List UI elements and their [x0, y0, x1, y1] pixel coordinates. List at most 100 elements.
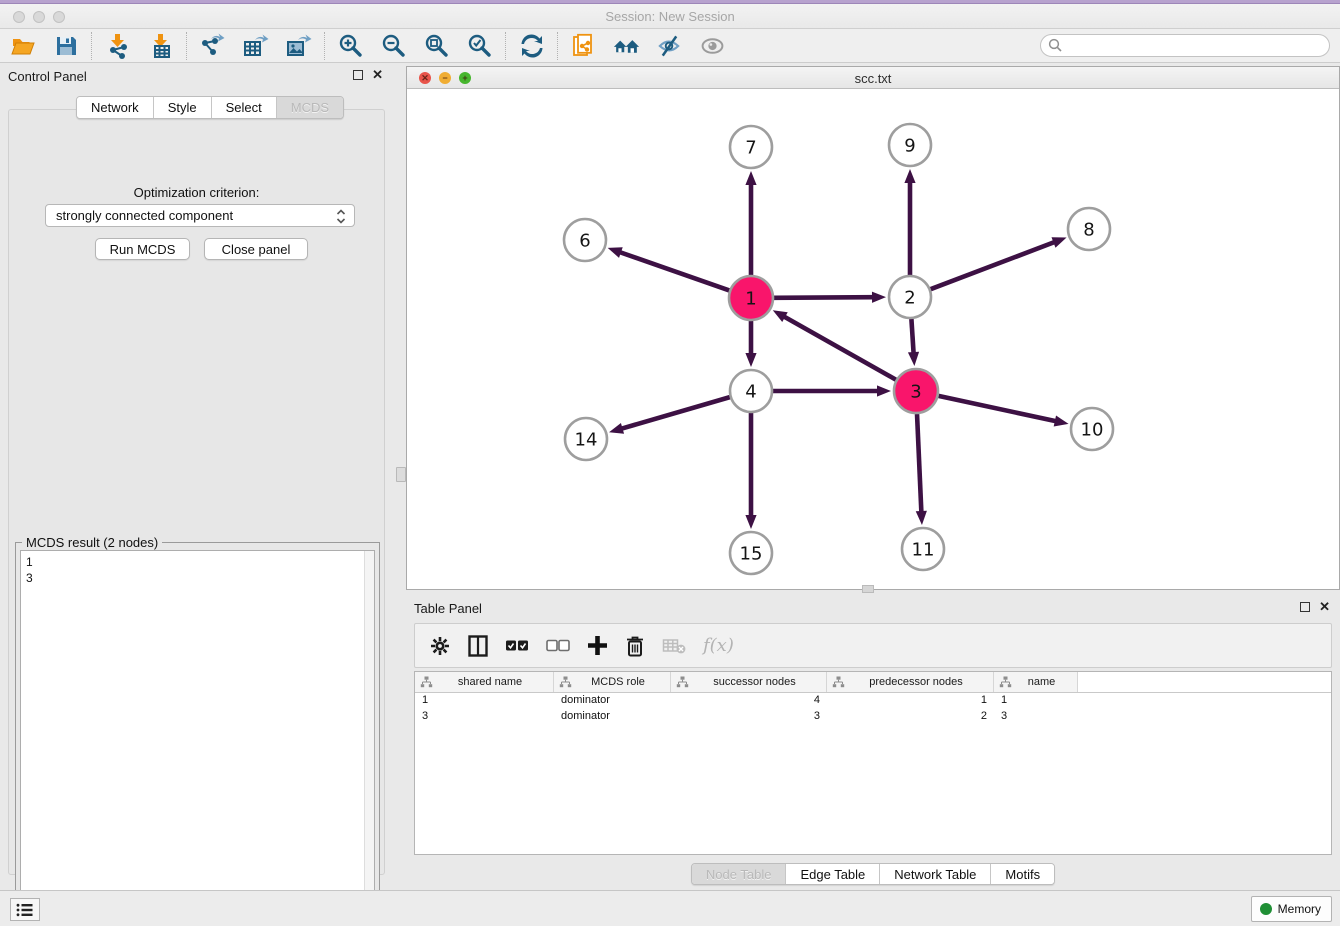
toggle-graphics-details-icon[interactable] — [656, 32, 683, 59]
zoom-out-icon[interactable] — [380, 32, 407, 59]
graph-node-15[interactable]: 15 — [730, 532, 772, 574]
toolbar-separator — [324, 32, 325, 60]
horizontal-splitter-handle[interactable] — [862, 585, 874, 593]
save-session-icon[interactable] — [52, 32, 79, 59]
network-window-titlebar[interactable]: ✕ − + scc.txt — [407, 67, 1339, 89]
edge-1-2[interactable] — [774, 297, 874, 298]
graph-node-1[interactable]: 1 — [729, 276, 773, 320]
column-header-name[interactable]: name — [994, 672, 1078, 692]
tab-mcds[interactable]: MCDS — [277, 97, 343, 118]
delete-column-trash-icon[interactable] — [625, 635, 645, 657]
add-column-icon[interactable] — [587, 635, 608, 656]
edge-3-1[interactable] — [783, 316, 896, 380]
select-all-icon[interactable] — [505, 639, 529, 653]
graph-node-7[interactable]: 7 — [730, 126, 772, 168]
mcds-result-textarea[interactable]: 13 — [20, 550, 375, 914]
svg-text:3: 3 — [910, 382, 921, 403]
export-image-icon[interactable] — [285, 32, 312, 59]
svg-text:11: 11 — [912, 540, 935, 561]
table-cell[interactable]: 1 — [994, 693, 1078, 709]
vertical-splitter-handle[interactable] — [396, 467, 406, 482]
table-cell[interactable]: 1 — [415, 693, 554, 709]
deselect-all-icon[interactable] — [546, 639, 570, 653]
tab-style[interactable]: Style — [154, 97, 212, 118]
search-input[interactable] — [1063, 37, 1329, 55]
node-table[interactable]: shared nameMCDS role successor nodes prede… — [414, 671, 1332, 855]
tab-network-table[interactable]: Network Table — [880, 864, 991, 884]
import-table-icon[interactable] — [147, 32, 174, 59]
network-canvas[interactable]: 1 2 3 4 6 7 8 9 10 11 14 15 — [407, 89, 1339, 589]
network-graph[interactable]: 1 2 3 4 6 7 8 9 10 11 14 15 — [407, 89, 1339, 589]
optimization-criterion-select[interactable]: strongly connected component — [45, 204, 355, 227]
table-settings-gear-icon[interactable] — [429, 635, 451, 657]
column-header-predecessor-nodes[interactable]: predecessor nodes — [827, 672, 994, 692]
column-header-label: successor nodes — [689, 676, 826, 688]
float-panel-icon[interactable] — [353, 70, 363, 80]
memory-button[interactable]: Memory — [1251, 896, 1332, 922]
export-table-icon[interactable] — [242, 32, 269, 59]
edge-arrowhead — [1054, 416, 1069, 427]
table-cell[interactable]: dominator — [554, 709, 671, 725]
graph-node-11[interactable]: 11 — [902, 528, 944, 570]
import-network-icon[interactable] — [104, 32, 131, 59]
graph-node-8[interactable]: 8 — [1068, 208, 1110, 250]
tab-network[interactable]: Network — [77, 97, 154, 118]
search-box[interactable] — [1040, 34, 1330, 57]
table-row[interactable]: 1dominator411 — [415, 693, 1331, 709]
list-icon — [16, 903, 34, 917]
tab-motifs[interactable]: Motifs — [991, 864, 1054, 884]
task-history-button[interactable] — [10, 898, 40, 921]
table-cell[interactable]: 3 — [994, 709, 1078, 725]
close-panel-button[interactable]: Close panel — [204, 238, 308, 260]
float-table-panel-icon[interactable] — [1300, 602, 1310, 612]
tab-node-table[interactable]: Node Table — [692, 864, 787, 884]
column-header-MCDS-role[interactable]: MCDS role — [554, 672, 671, 692]
edge-3-11[interactable] — [917, 414, 921, 513]
graph-node-9[interactable]: 9 — [889, 124, 931, 166]
edge-2-3[interactable] — [911, 319, 913, 354]
toolbar-separator — [557, 32, 558, 60]
column-header-label: predecessor nodes — [845, 676, 993, 688]
open-session-icon[interactable] — [9, 32, 36, 59]
column-header-shared-name[interactable]: shared name — [415, 672, 554, 692]
graph-node-6[interactable]: 6 — [564, 219, 606, 261]
mcds-result-lines: 13 — [26, 554, 374, 586]
result-scrollbar[interactable] — [364, 551, 374, 913]
table-cell[interactable]: 4 — [671, 693, 827, 709]
table-cell[interactable]: 3 — [415, 709, 554, 725]
zoom-selected-icon[interactable] — [466, 32, 493, 59]
edge-1-6[interactable] — [619, 252, 729, 291]
graph-node-4[interactable]: 4 — [730, 370, 772, 412]
table-panel: Table Panel ✕ f(x) shared nameMCDS roles… — [406, 595, 1340, 888]
edge-3-10[interactable] — [938, 396, 1056, 422]
edge-4-14[interactable] — [621, 397, 730, 429]
table-cell[interactable]: dominator — [554, 693, 671, 709]
run-mcds-button[interactable]: Run MCDS — [95, 238, 190, 260]
refresh-view-icon[interactable] — [518, 32, 545, 59]
tab-select[interactable]: Select — [212, 97, 277, 118]
graph-node-3[interactable]: 3 — [894, 369, 938, 413]
edge-2-8[interactable] — [931, 242, 1056, 289]
cybrowser-home-icon[interactable] — [613, 32, 640, 59]
table-cell[interactable]: 3 — [671, 709, 827, 725]
table-cell[interactable]: 2 — [827, 709, 994, 725]
table-cell[interactable]: 1 — [827, 693, 994, 709]
zoom-fit-content-icon[interactable] — [423, 32, 450, 59]
zoom-in-icon[interactable] — [337, 32, 364, 59]
edge-arrowhead — [773, 310, 788, 322]
column-header-successor-nodes[interactable]: successor nodes — [671, 672, 827, 692]
column-hierarchy-icon — [999, 676, 1012, 688]
column-layout-icon[interactable] — [468, 635, 488, 657]
close-panel-icon[interactable]: ✕ — [372, 67, 383, 83]
svg-text:8: 8 — [1083, 220, 1094, 241]
graph-node-2[interactable]: 2 — [889, 276, 931, 318]
export-network-icon[interactable] — [199, 32, 226, 59]
graph-node-14[interactable]: 14 — [565, 418, 607, 460]
edge-arrowhead — [1051, 237, 1066, 247]
network-from-clipboard-icon[interactable] — [570, 32, 597, 59]
table-row[interactable]: 3dominator323 — [415, 709, 1331, 725]
close-table-panel-icon[interactable]: ✕ — [1319, 599, 1330, 615]
tab-edge-table[interactable]: Edge Table — [786, 864, 880, 884]
graph-node-10[interactable]: 10 — [1071, 408, 1113, 450]
show-hide-eye-icon[interactable] — [699, 32, 726, 59]
